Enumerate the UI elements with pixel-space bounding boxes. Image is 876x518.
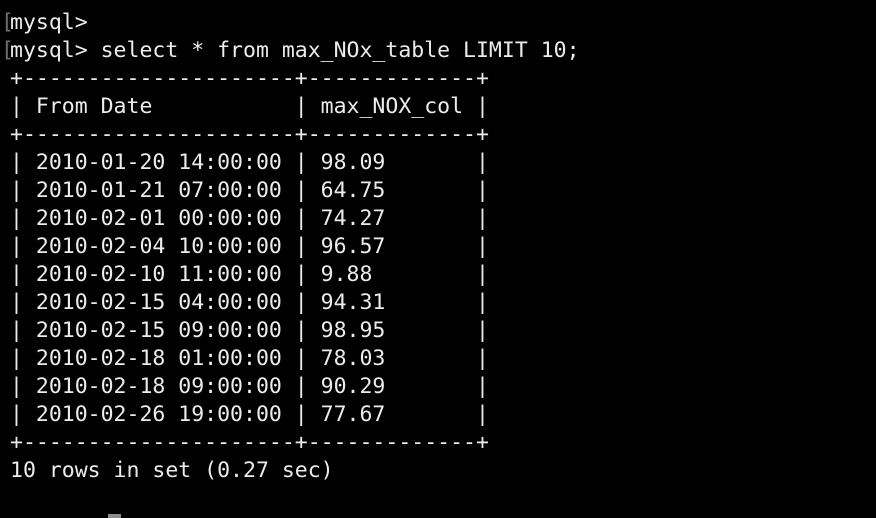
table-row: | 2010-02-10 11:00:00 | 9.88 |	[10, 262, 489, 287]
command-line: mysql> select * from max_NOx_table LIMIT…	[10, 38, 580, 63]
line-marker: [	[1, 10, 14, 35]
table-row: | 2010-02-15 04:00:00 | 94.31 |	[10, 290, 489, 315]
table-border-bottom: +---------------------+-------------+	[10, 430, 489, 455]
prompt-line: mysql>	[10, 10, 88, 35]
table-row: | 2010-01-20 14:00:00 | 98.09 |	[10, 150, 489, 175]
table-row: | 2010-02-01 00:00:00 | 74.27 |	[10, 206, 489, 231]
terminal-window[interactable]: mysql> mysql> select * from max_NOx_tabl…	[0, 0, 876, 518]
result-summary: 10 rows in set (0.27 sec)	[10, 458, 334, 483]
table-row: | 2010-02-26 19:00:00 | 77.67 |	[10, 402, 489, 427]
table-row: | 2010-02-15 09:00:00 | 98.95 |	[10, 318, 489, 343]
table-border-top: +---------------------+-------------+	[10, 66, 489, 91]
table-row: | 2010-02-18 01:00:00 | 78.03 |	[10, 346, 489, 371]
line-marker: [	[1, 38, 14, 63]
table-row: | 2010-01-21 07:00:00 | 64.75 |	[10, 178, 489, 203]
table-header-row: | From Date | max_NOX_col |	[10, 94, 489, 119]
table-row: | 2010-02-04 10:00:00 | 96.57 |	[10, 234, 489, 259]
table-row: | 2010-02-18 09:00:00 | 90.29 |	[10, 374, 489, 399]
text-cursor	[108, 514, 121, 518]
table-border-header: +---------------------+-------------+	[10, 122, 489, 147]
